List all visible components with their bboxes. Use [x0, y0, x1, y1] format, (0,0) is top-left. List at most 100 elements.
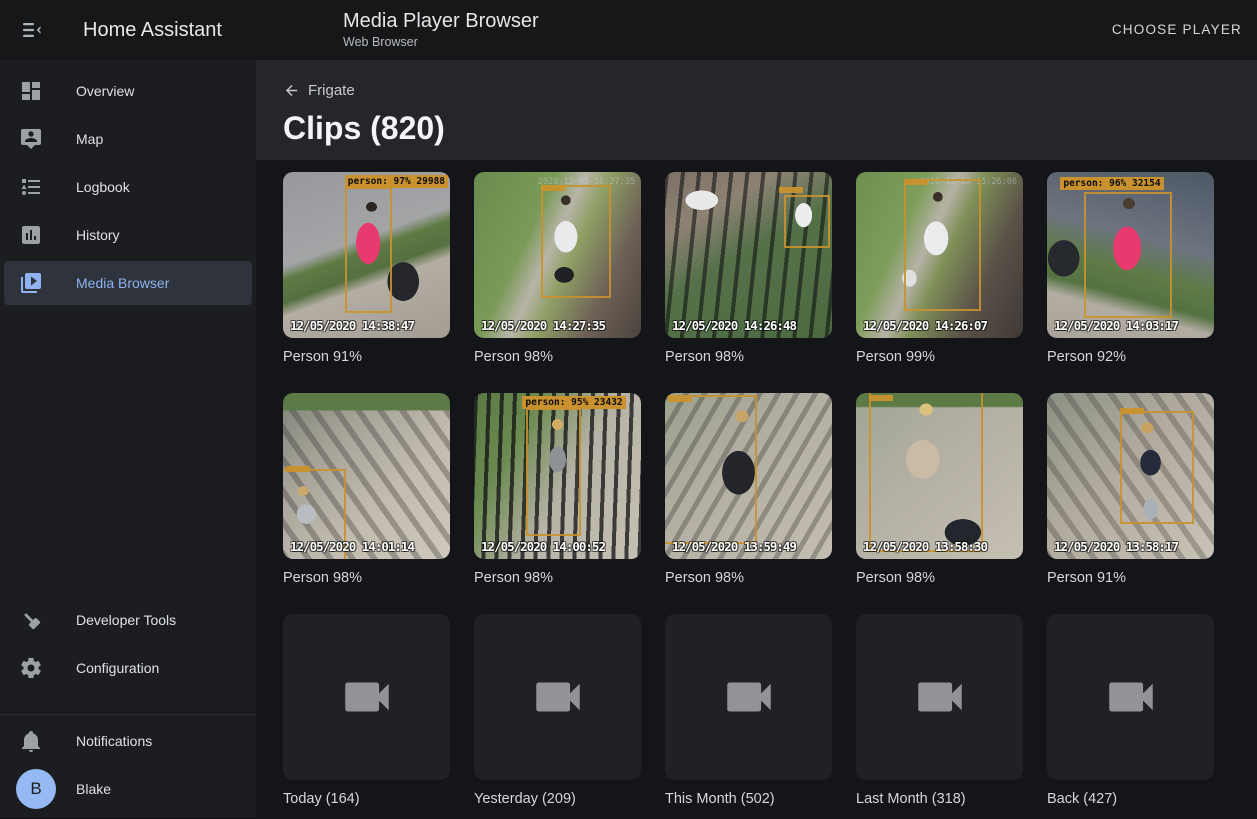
arrow-left-icon — [283, 82, 300, 99]
sidebar-item-map[interactable]: Map — [4, 117, 252, 161]
folder-label: Last Month (318) — [856, 791, 1023, 807]
folder-label: Today (164) — [283, 791, 450, 807]
folder-tile — [856, 614, 1023, 780]
detection-chip — [286, 466, 310, 472]
folder-card-today[interactable]: Today (164) — [283, 614, 450, 819]
sidebar-item-label: Notifications — [76, 733, 152, 749]
clip-thumbnail: 2020-12-05 15:26:06 12/05/2020 14:26:07 — [856, 172, 1023, 338]
clip-card-6[interactable]: 12/05/2020 14:01:14 Person 98% — [283, 393, 450, 598]
clip-card-7[interactable]: person: 95% 23432 12/05/2020 14:00:52 Pe… — [474, 393, 641, 598]
clip-thumbnail: 12/05/2020 13:58:17 — [1047, 393, 1214, 559]
app-title: Home Assistant — [83, 0, 222, 60]
sidebar-item-history[interactable]: History — [4, 213, 252, 257]
folder-label: Yesterday (209) — [474, 791, 641, 807]
sidebar-item-profile[interactable]: B Blake — [4, 767, 252, 811]
clip-thumbnail: 12/05/2020 14:26:48 — [665, 172, 832, 338]
detection-bounding-box — [1120, 411, 1193, 524]
page-header: Media Player Browser Web Browser — [343, 9, 539, 49]
detection-bounding-box — [869, 393, 983, 552]
sidebar-toggle-icon[interactable] — [20, 18, 44, 42]
play-box-multiple-icon — [19, 271, 43, 295]
folder-card-last-month[interactable]: Last Month (318) — [856, 614, 1023, 819]
sidebar-item-label: Blake — [76, 781, 111, 797]
clip-timestamp-overlay: 12/05/2020 14:26:07 — [863, 318, 987, 333]
detection-bounding-box — [904, 179, 981, 312]
clip-card-10[interactable]: 12/05/2020 13:58:17 Person 91% — [1047, 393, 1214, 598]
sidebar-item-configuration[interactable]: Configuration — [4, 646, 252, 690]
sidebar-divider — [0, 714, 256, 715]
clip-caption: Person 98% — [474, 570, 641, 586]
choose-player-button[interactable]: CHOOSE PLAYER — [1112, 0, 1242, 60]
detection-chip — [904, 179, 928, 185]
view-dashboard-icon — [19, 79, 43, 103]
avatar: B — [16, 769, 56, 809]
folder-tile — [1047, 614, 1214, 780]
sidebar-item-label: Overview — [76, 83, 134, 99]
sidebar-item-label: Media Browser — [76, 275, 169, 291]
clip-thumbnail: person: 97% 29988 12/05/2020 14:38:47 — [283, 172, 450, 338]
sidebar-item-label: Developer Tools — [76, 612, 176, 628]
format-list-icon — [19, 175, 43, 199]
chart-box-icon — [19, 223, 43, 247]
cog-icon — [19, 656, 43, 680]
content-header: Frigate Clips (820) — [256, 60, 1257, 160]
detection-bounding-box — [784, 195, 831, 248]
clip-caption: Person 92% — [1047, 349, 1214, 365]
folder-label: This Month (502) — [665, 791, 832, 807]
clip-timestamp-overlay: 12/05/2020 13:58:17 — [1054, 539, 1178, 554]
folder-card-this-month[interactable]: This Month (502) — [665, 614, 832, 819]
clip-card-2[interactable]: 2020-12-05 16:27:35 12/05/2020 14:27:35 … — [474, 172, 641, 377]
clip-caption: Person 99% — [856, 349, 1023, 365]
hammer-icon — [19, 608, 43, 632]
sidebar-item-developer-tools[interactable]: Developer Tools — [4, 598, 252, 642]
clip-caption: Person 91% — [283, 349, 450, 365]
clip-card-4[interactable]: 2020-12-05 15:26:06 12/05/2020 14:26:07 … — [856, 172, 1023, 377]
clip-card-1[interactable]: person: 97% 29988 12/05/2020 14:38:47 Pe… — [283, 172, 450, 377]
folder-card-back[interactable]: Back (427) — [1047, 614, 1214, 819]
clips-grid: person: 97% 29988 12/05/2020 14:38:47 Pe… — [283, 172, 1214, 819]
clip-timestamp-overlay: 12/05/2020 14:27:35 — [481, 318, 605, 333]
sidebar-item-logbook[interactable]: Logbook — [4, 165, 252, 209]
detection-bounding-box — [665, 395, 757, 544]
detection-bounding-box — [541, 185, 611, 298]
clip-timestamp-overlay: 12/05/2020 14:26:48 — [672, 318, 796, 333]
clip-thumbnail: 12/05/2020 14:01:14 — [283, 393, 450, 559]
folder-label: Back (427) — [1047, 791, 1214, 807]
folder-tile — [283, 614, 450, 780]
clip-thumbnail: 2020-12-05 16:27:35 12/05/2020 14:27:35 — [474, 172, 641, 338]
clip-card-8[interactable]: 12/05/2020 13:59:49 Person 98% — [665, 393, 832, 598]
clip-caption: Person 91% — [1047, 570, 1214, 586]
clip-timestamp-overlay: 12/05/2020 14:01:14 — [290, 539, 414, 554]
clip-card-9[interactable]: 12/05/2020 13:58:30 Person 98% — [856, 393, 1023, 598]
media-browser-content: Frigate Clips (820) person: 97% 29988 12… — [256, 60, 1257, 817]
clip-card-5[interactable]: person: 96% 32154 12/05/2020 14:03:17 Pe… — [1047, 172, 1214, 377]
clip-timestamp-overlay: 12/05/2020 13:59:49 — [672, 539, 796, 554]
clip-card-3[interactable]: 12/05/2020 14:26:48 Person 98% — [665, 172, 832, 377]
video-icon — [911, 668, 969, 726]
app-bar: Home Assistant Media Player Browser Web … — [0, 0, 1257, 60]
sidebar-item-label: History — [76, 227, 120, 243]
sidebar-item-overview[interactable]: Overview — [4, 69, 252, 113]
clip-timestamp-overlay: 12/05/2020 14:03:17 — [1054, 318, 1178, 333]
folder-tile — [665, 614, 832, 780]
clip-caption: Person 98% — [665, 349, 832, 365]
clip-timestamp-overlay: 12/05/2020 13:58:30 — [863, 539, 987, 554]
folder-card-yesterday[interactable]: Yesterday (209) — [474, 614, 641, 819]
breadcrumb[interactable]: Frigate — [283, 82, 355, 99]
sidebar-item-label: Logbook — [76, 179, 130, 195]
sidebar-item-notifications[interactable]: Notifications — [4, 719, 252, 763]
detection-bounding-box — [1084, 192, 1173, 318]
clip-caption: Person 98% — [474, 349, 641, 365]
detection-chip — [541, 185, 565, 191]
sidebar-item-label: Map — [76, 131, 103, 147]
clip-thumbnail: person: 95% 23432 12/05/2020 14:00:52 — [474, 393, 641, 559]
sidebar-item-media-browser[interactable]: Media Browser — [4, 261, 252, 305]
clip-timestamp-overlay: 12/05/2020 14:00:52 — [481, 539, 605, 554]
clip-thumbnail: 12/05/2020 13:59:49 — [665, 393, 832, 559]
folder-tile — [474, 614, 641, 780]
clip-caption: Person 98% — [283, 570, 450, 586]
detection-label: person: 97% 29988 — [345, 175, 448, 188]
video-icon — [529, 668, 587, 726]
page-title: Media Player Browser — [343, 9, 539, 33]
detection-bounding-box — [526, 408, 581, 536]
